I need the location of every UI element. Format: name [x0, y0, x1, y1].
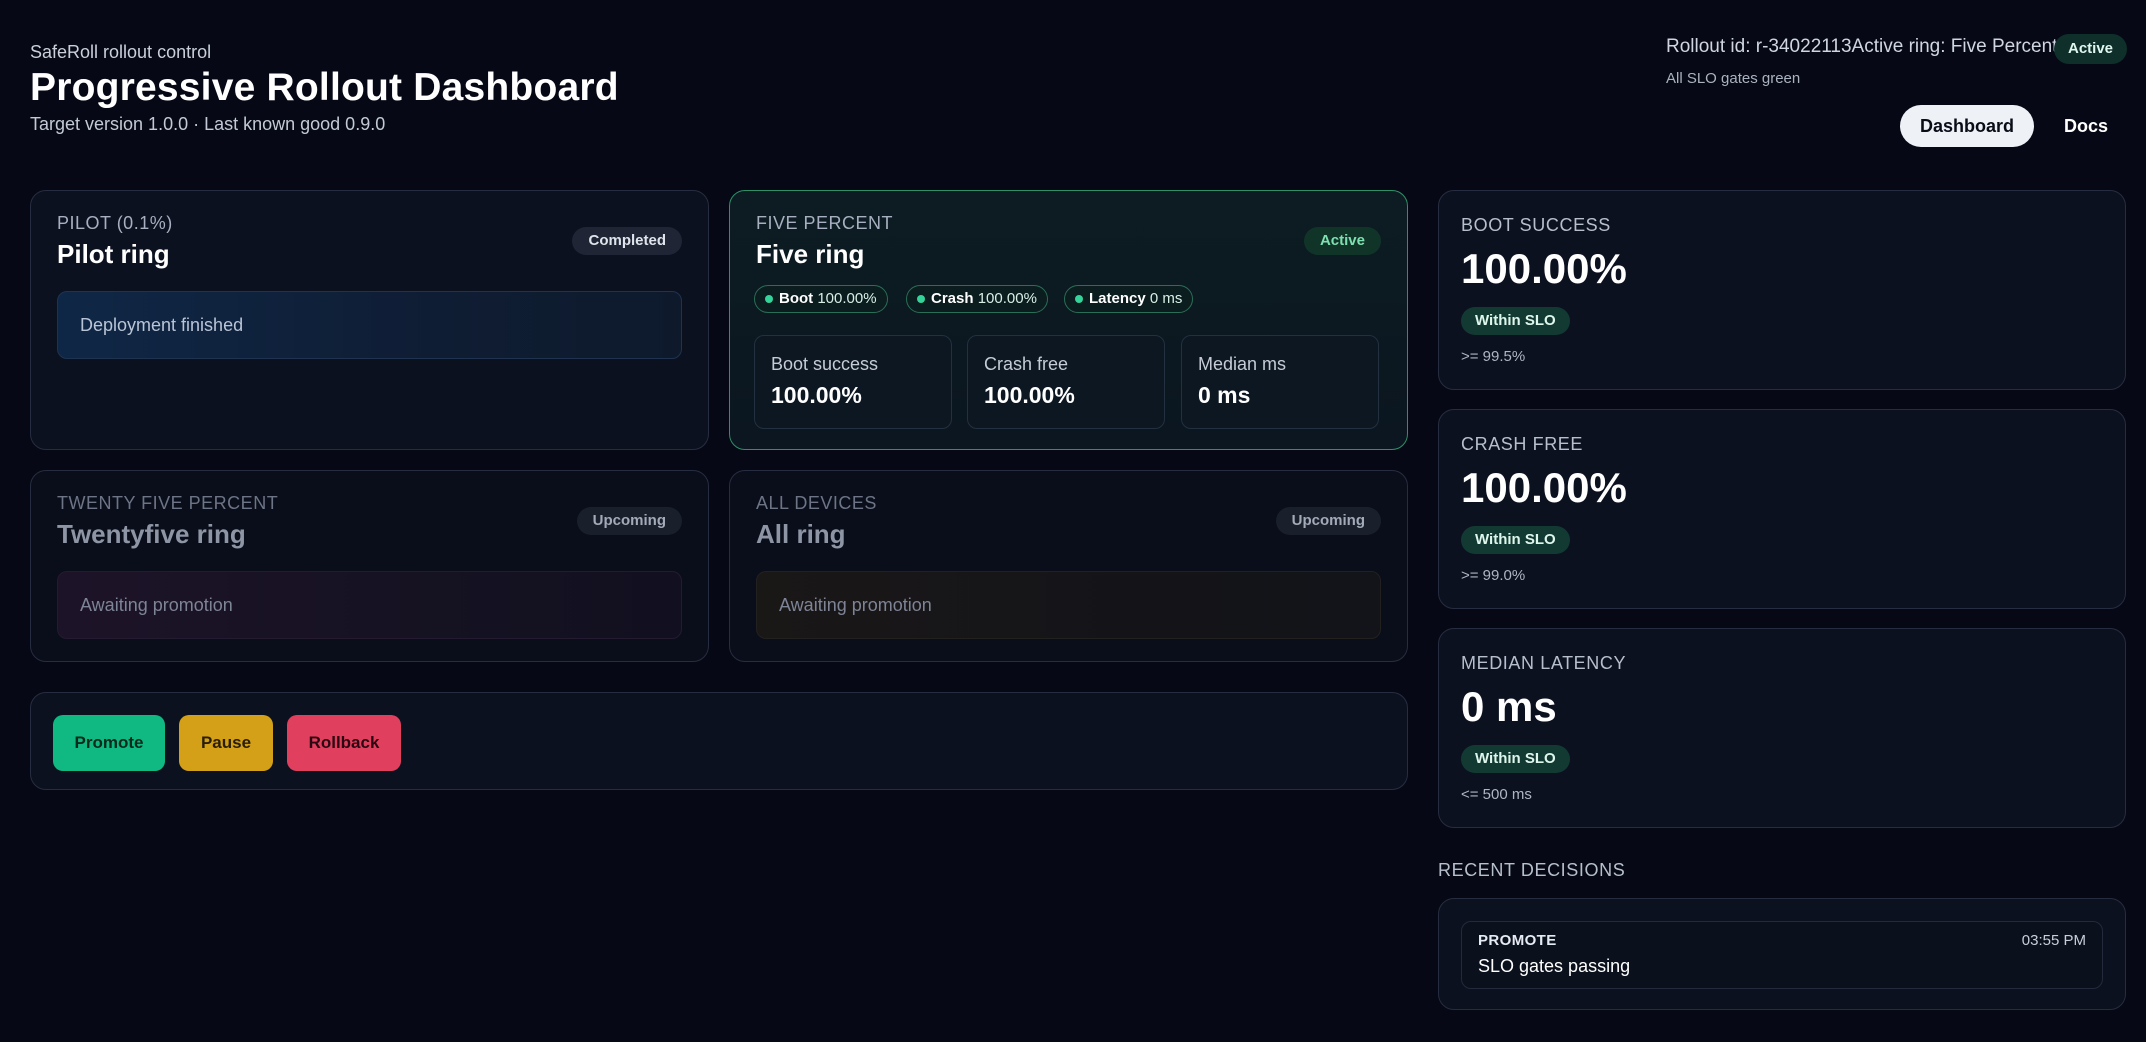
stat-value: 100.00%	[984, 382, 1075, 408]
stat-value: 100.00%	[771, 382, 862, 408]
ring-title: All ring	[756, 519, 846, 549]
stat-boot-success: Boot success 100.00%	[754, 335, 952, 429]
ring-eyebrow: PILOT (0.1%)	[57, 213, 173, 233]
metric-card-boot-success: BOOT SUCCESS 100.00% Within SLO >= 99.5%	[1438, 190, 2126, 390]
rollback-button[interactable]: Rollback	[287, 715, 401, 771]
actions-panel: Promote Pause Rollback	[30, 692, 1408, 790]
metric-card-median-latency: MEDIAN LATENCY 0 ms Within SLO <= 500 ms	[1438, 628, 2126, 828]
chip-label: Crash	[931, 290, 974, 307]
stat-label: Crash free	[984, 354, 1069, 374]
ring-eyebrow: TWENTY FIVE PERCENT	[57, 493, 279, 513]
ring-status-bar: Awaiting promotion	[756, 571, 1381, 639]
metric-eyebrow: CRASH FREE	[1461, 434, 1584, 454]
metric-value: 100.00%	[1461, 464, 1627, 511]
ring-status-badge: Completed	[572, 227, 682, 255]
ring-status-bar: Awaiting promotion	[57, 571, 682, 639]
page-title: Progressive Rollout Dashboard	[30, 66, 619, 109]
slo-badge: Within SLO	[1461, 745, 1570, 773]
stat-median-ms: Median ms 0 ms	[1181, 335, 1379, 429]
chip-value: 100.00%	[977, 290, 1037, 307]
ring-title: Pilot ring	[57, 239, 170, 269]
pause-button[interactable]: Pause	[179, 715, 273, 771]
stat-label: Boot success	[771, 354, 879, 374]
stat-crash-free: Crash free 100.00%	[967, 335, 1165, 429]
ring-eyebrow: ALL DEVICES	[756, 493, 877, 513]
recent-decisions-heading: RECENT DECISIONS	[1438, 860, 1626, 880]
rollout-id: Rollout id: r-34022113Active ring: Five …	[1666, 36, 2058, 57]
stat-label: Median ms	[1198, 354, 1287, 374]
brand-label: SafeRoll rollout control	[30, 42, 212, 62]
slo-badge: Within SLO	[1461, 307, 1570, 335]
gates-note: All SLO gates green	[1666, 70, 1801, 87]
ring-title: Twentyfive ring	[57, 519, 246, 549]
status-dot-icon	[1075, 295, 1083, 303]
metric-eyebrow: MEDIAN LATENCY	[1461, 653, 1627, 673]
status-dot-icon	[765, 295, 773, 303]
chip-label: Boot	[779, 290, 814, 307]
decision-message: SLO gates passing	[1478, 956, 1631, 976]
metric-eyebrow: BOOT SUCCESS	[1461, 215, 1611, 235]
ring-title: Five ring	[756, 239, 865, 269]
ring-card-twentyfive: TWENTY FIVE PERCENT Twentyfive ring Upco…	[30, 470, 709, 662]
ring-status-badge: Upcoming	[1275, 507, 1381, 535]
nav-dashboard-button[interactable]: Dashboard	[1900, 105, 2034, 147]
ring-status-badge: Upcoming	[576, 507, 682, 535]
metric-card-crash-free: CRASH FREE 100.00% Within SLO >= 99.0%	[1438, 409, 2126, 609]
recent-decisions-panel: PROMOTE 03:55 PM SLO gates passing	[1438, 898, 2126, 1010]
chip-value: 0 ms	[1149, 290, 1183, 307]
list-item: PROMOTE 03:55 PM SLO gates passing	[1461, 921, 2103, 989]
metric-threshold: >= 99.0%	[1461, 567, 1526, 584]
slo-badge: Within SLO	[1461, 526, 1570, 554]
ring-status-badge: Active	[1303, 227, 1381, 255]
chip-boot: Boot 100.00%	[754, 285, 888, 313]
metric-value: 0 ms	[1461, 683, 1557, 730]
metric-threshold: <= 500 ms	[1461, 786, 1532, 803]
rollout-status-badge: Active	[2054, 34, 2128, 64]
chip-label: Latency	[1089, 290, 1146, 307]
chip-value: 100.00%	[817, 290, 877, 307]
chip-latency: Latency 0 ms	[1064, 285, 1194, 313]
ring-card-five: FIVE PERCENT Five ring Active Boot 100.0…	[729, 190, 1408, 450]
metric-value: 100.00%	[1461, 245, 1627, 292]
page-subtitle: Target version 1.0.0 · Last known good 0…	[30, 114, 386, 134]
stat-value: 0 ms	[1198, 382, 1251, 408]
ring-status-bar: Deployment finished	[57, 291, 682, 359]
chip-crash: Crash 100.00%	[906, 285, 1048, 313]
nav-docs-link[interactable]: Docs	[2048, 105, 2124, 147]
decision-time: 03:55 PM	[2021, 932, 2086, 949]
ring-card-all: ALL DEVICES All ring Upcoming Awaiting p…	[729, 470, 1408, 662]
status-dot-icon	[917, 295, 925, 303]
ring-eyebrow: FIVE PERCENT	[756, 213, 894, 233]
ring-card-pilot: PILOT (0.1%) Pilot ring Completed Deploy…	[30, 190, 709, 450]
decision-type: PROMOTE	[1478, 932, 1557, 949]
promote-button[interactable]: Promote	[53, 715, 165, 771]
metric-threshold: >= 99.5%	[1461, 348, 1526, 365]
